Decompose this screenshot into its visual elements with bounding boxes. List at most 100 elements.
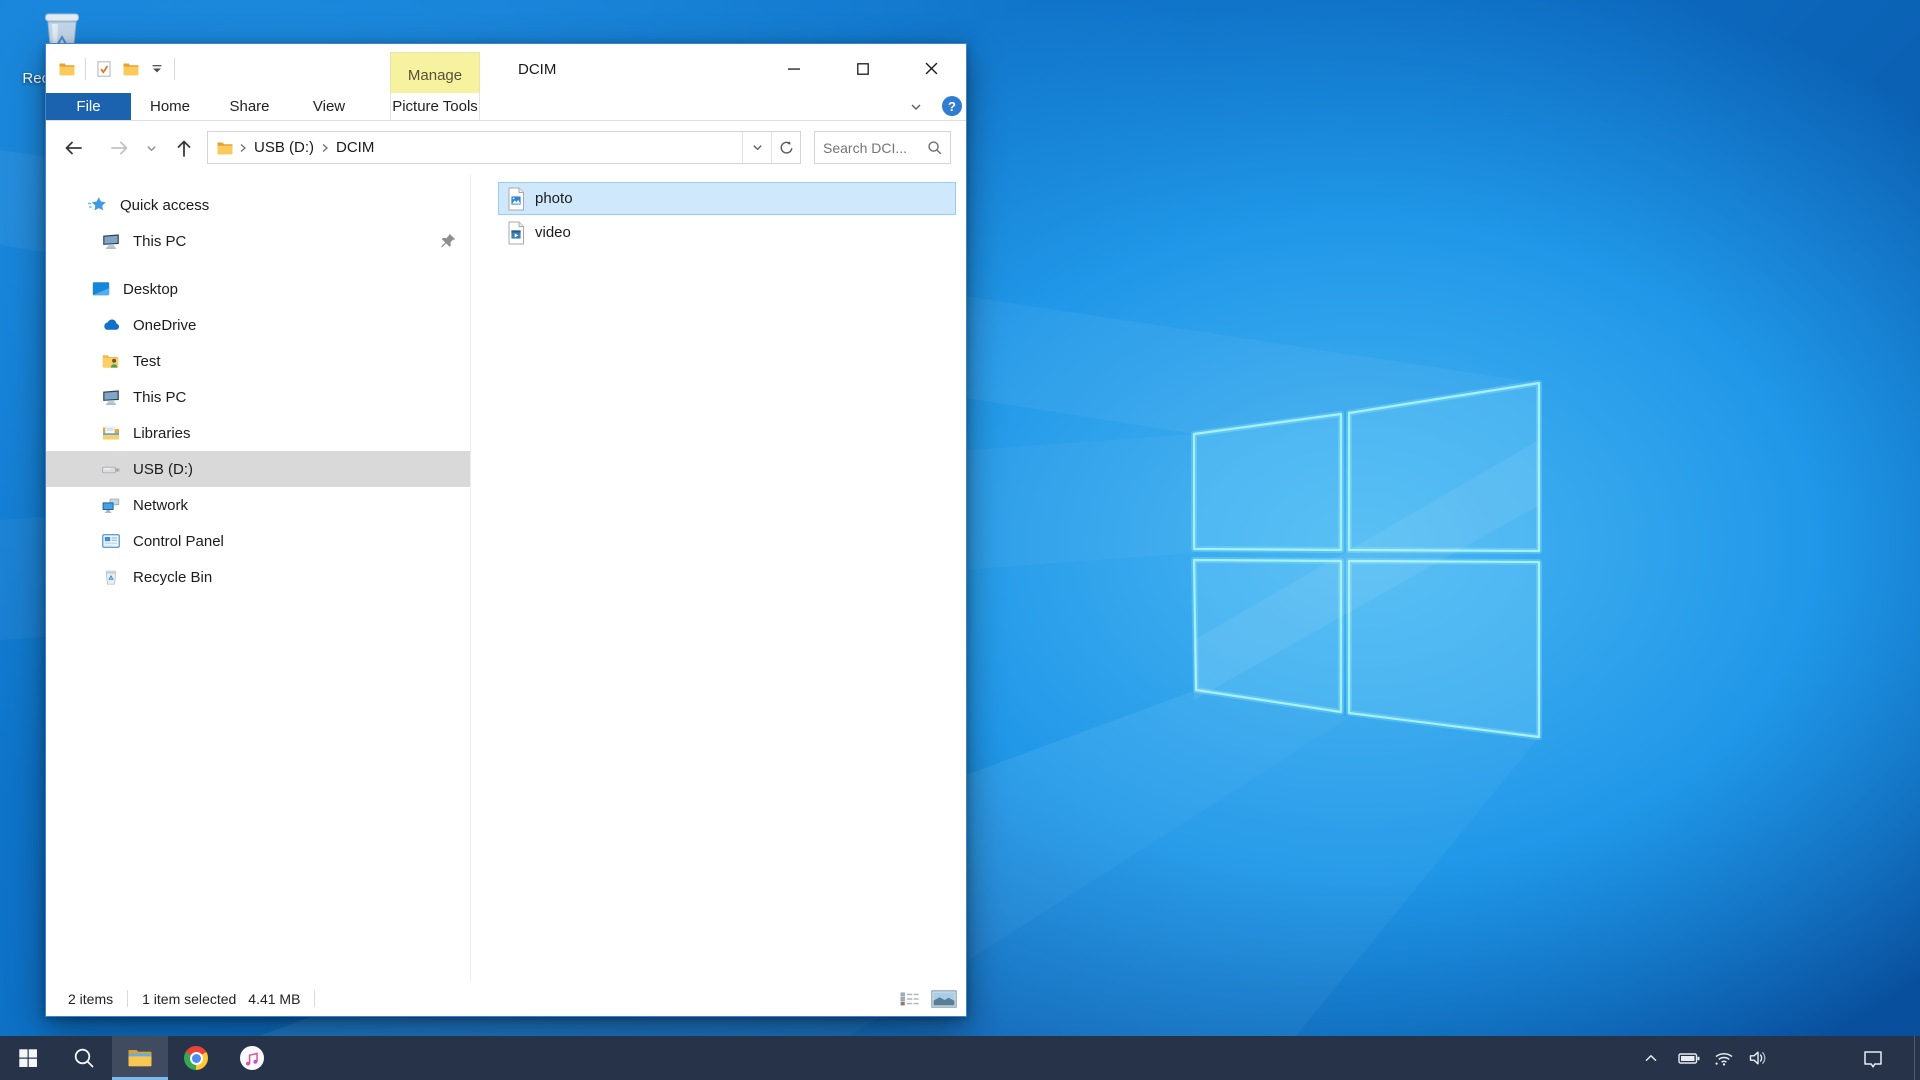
tab-picture-tools[interactable]: Picture Tools bbox=[390, 93, 480, 120]
help-button[interactable]: ? bbox=[942, 96, 962, 116]
tab-share[interactable]: Share bbox=[209, 93, 290, 120]
quick-access-toolbar bbox=[58, 44, 175, 93]
selection-size: 4.41 MB bbox=[248, 991, 300, 1007]
refresh-icon bbox=[778, 139, 795, 156]
file-name: photo bbox=[535, 190, 573, 207]
search-box bbox=[814, 131, 951, 164]
sidebar-item-libraries[interactable]: Libraries bbox=[46, 415, 470, 451]
status-separator bbox=[314, 990, 315, 1007]
breadcrumb-usb-drive[interactable]: USB (D:) bbox=[252, 139, 316, 156]
sidebar-item-network[interactable]: Network bbox=[46, 487, 470, 523]
selection-count: 1 item selected bbox=[142, 991, 236, 1007]
folder-icon bbox=[216, 139, 234, 157]
refresh-button[interactable] bbox=[771, 132, 800, 163]
sidebar-item-label: Recycle Bin bbox=[133, 569, 212, 586]
taskbar-search-button[interactable] bbox=[56, 1036, 112, 1080]
action-center-icon bbox=[1861, 1046, 1885, 1070]
hidden-icons-button[interactable] bbox=[1637, 1036, 1665, 1080]
title-bar: Manage DCIM bbox=[46, 44, 966, 93]
network-tray-icon[interactable] bbox=[1710, 1036, 1738, 1080]
up-button[interactable] bbox=[172, 136, 196, 160]
navigation-pane: Quick access This PC Deskto bbox=[46, 175, 471, 981]
sidebar-item-desktop[interactable]: Desktop bbox=[46, 271, 470, 307]
sidebar-item-label: USB (D:) bbox=[133, 461, 193, 478]
sidebar-item-quick-access[interactable]: Quick access bbox=[46, 187, 470, 223]
new-folder-icon[interactable] bbox=[122, 60, 140, 78]
usb-drive-icon bbox=[101, 459, 121, 479]
large-icons-view-icon bbox=[931, 990, 957, 1008]
caption-buttons bbox=[759, 44, 966, 93]
sidebar-item-test[interactable]: Test bbox=[46, 343, 470, 379]
navigation-bar: USB (D:) DCIM bbox=[46, 121, 966, 175]
maximize-button[interactable] bbox=[828, 44, 897, 93]
up-icon bbox=[173, 137, 195, 159]
action-center-button[interactable] bbox=[1858, 1036, 1888, 1080]
user-folder-icon bbox=[101, 351, 121, 371]
sidebar-item-this-pc[interactable]: This PC bbox=[46, 379, 470, 415]
breadcrumb-dcim[interactable]: DCIM bbox=[334, 139, 376, 156]
customize-qat-dropdown-icon[interactable] bbox=[149, 61, 165, 77]
file-item-video[interactable]: video bbox=[498, 216, 956, 249]
file-item-photo[interactable]: photo bbox=[498, 182, 956, 215]
sidebar-item-label: Desktop bbox=[123, 281, 178, 298]
properties-icon[interactable] bbox=[95, 60, 113, 78]
details-view-button[interactable] bbox=[896, 986, 924, 1012]
windows-start-icon bbox=[17, 1047, 39, 1069]
taskbar-chrome-button[interactable] bbox=[168, 1036, 224, 1080]
tab-file[interactable]: File bbox=[46, 93, 131, 120]
recycle-bin-icon bbox=[101, 567, 121, 587]
breadcrumb-chevron-icon[interactable] bbox=[318, 141, 332, 155]
file-explorer-icon bbox=[127, 1047, 153, 1069]
start-button[interactable] bbox=[0, 1036, 56, 1080]
show-desktop-button[interactable] bbox=[1914, 1036, 1920, 1080]
tab-home[interactable]: Home bbox=[131, 93, 209, 120]
desktop: Recycle Bin Manage bbox=[0, 0, 1920, 1080]
battery-tray-icon[interactable] bbox=[1674, 1036, 1704, 1080]
wifi-icon bbox=[1713, 1047, 1735, 1069]
expand-ribbon-button[interactable] bbox=[904, 93, 928, 120]
sidebar-item-label: OneDrive bbox=[133, 317, 196, 334]
file-explorer-window: Manage DCIM File Home Share View Picture bbox=[45, 43, 967, 1017]
forward-icon bbox=[109, 137, 131, 159]
breadcrumb-chevron-icon[interactable] bbox=[236, 141, 250, 155]
sidebar-item-label: Quick access bbox=[120, 197, 209, 214]
large-icons-view-button[interactable] bbox=[930, 986, 958, 1012]
minimize-button[interactable] bbox=[759, 44, 828, 93]
onedrive-cloud-icon bbox=[101, 315, 121, 335]
libraries-icon bbox=[101, 423, 121, 443]
back-button[interactable] bbox=[61, 136, 85, 160]
status-bar: 2 items 1 item selected 4.41 MB bbox=[46, 981, 966, 1016]
forward-button[interactable] bbox=[108, 136, 132, 160]
sidebar-item-onedrive[interactable]: OneDrive bbox=[46, 307, 470, 343]
minimize-icon bbox=[788, 63, 800, 75]
video-file-icon bbox=[506, 221, 526, 245]
address-dropdown-button[interactable] bbox=[742, 132, 771, 163]
search-input[interactable] bbox=[815, 140, 926, 156]
sidebar-item-label: Network bbox=[133, 497, 188, 514]
battery-icon bbox=[1677, 1047, 1701, 1069]
sidebar-item-control-panel[interactable]: Control Panel bbox=[46, 523, 470, 559]
sidebar-item-label: This PC bbox=[133, 233, 186, 250]
recent-locations-button[interactable] bbox=[141, 136, 161, 160]
volume-tray-icon[interactable] bbox=[1744, 1036, 1772, 1080]
computer-icon bbox=[101, 387, 121, 407]
search-icon[interactable] bbox=[926, 139, 943, 156]
sidebar-item-recycle-bin[interactable]: Recycle Bin bbox=[46, 559, 470, 595]
tab-view[interactable]: View bbox=[290, 93, 368, 120]
close-button[interactable] bbox=[897, 44, 966, 93]
quick-access-star-icon bbox=[88, 195, 108, 215]
sidebar-item-label: Test bbox=[133, 353, 161, 370]
sidebar-item-label: This PC bbox=[133, 389, 186, 406]
taskbar-file-explorer-button[interactable] bbox=[112, 1036, 168, 1080]
item-count: 2 items bbox=[68, 991, 113, 1007]
taskbar-itunes-button[interactable] bbox=[224, 1036, 280, 1080]
address-bar[interactable]: USB (D:) DCIM bbox=[207, 131, 801, 164]
manage-contextual-group[interactable]: Manage bbox=[390, 52, 480, 93]
chevron-up-icon bbox=[1641, 1048, 1661, 1068]
itunes-icon bbox=[240, 1046, 264, 1070]
sidebar-item-label: Libraries bbox=[133, 425, 191, 442]
sidebar-item-this-pc-pinned[interactable]: This PC bbox=[46, 223, 470, 259]
qat-separator bbox=[85, 58, 86, 80]
ribbon-tabs: File Home Share View Picture Tools ? bbox=[46, 93, 966, 121]
sidebar-item-usb-drive[interactable]: USB (D:) bbox=[46, 451, 470, 487]
